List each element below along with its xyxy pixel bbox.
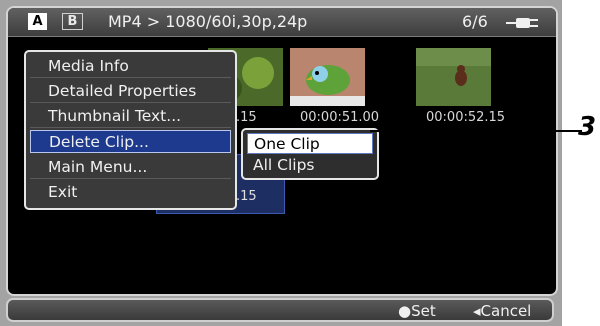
slot-b-indicator: B	[62, 13, 83, 30]
slot-a-indicator: A	[28, 13, 47, 30]
callout-number: 3	[578, 112, 597, 142]
selected-thumbnail-timecode: .15	[236, 189, 257, 204]
camera-lcd-screen: A B MP4 > 1080/60i,30p,24p 6/6 .15 00:00…	[0, 0, 562, 326]
menu-item-main-menu[interactable]: Main Menu...	[30, 156, 231, 179]
context-menu: Media Info Detailed Properties Thumbnail…	[24, 50, 237, 210]
set-button[interactable]: ●Set	[398, 302, 436, 320]
menu-item-detailed-properties[interactable]: Detailed Properties	[30, 80, 231, 103]
menu-item-exit[interactable]: Exit	[30, 181, 231, 204]
thumbnail-1-timecode: .15	[236, 110, 257, 125]
status-header: A B MP4 > 1080/60i,30p,24p 6/6	[8, 8, 556, 37]
thumbnail-2[interactable]	[290, 48, 365, 106]
submenu-item-all-clips[interactable]: All Clips	[247, 155, 373, 176]
submenu-item-one-clip[interactable]: One Clip	[247, 133, 373, 154]
callout-leader-line	[370, 130, 582, 132]
ac-plug-icon	[506, 18, 538, 28]
cancel-button[interactable]: ◂Cancel	[473, 302, 531, 320]
menu-item-delete-clip[interactable]: Delete Clip...	[30, 130, 231, 153]
footer-bar: ●Set ◂Cancel	[6, 298, 554, 322]
format-title: MP4 > 1080/60i,30p,24p	[108, 12, 308, 31]
thumbnail-3-timecode: 00:00:52.15	[426, 110, 506, 125]
delete-clip-submenu: One Clip All Clips	[241, 128, 379, 180]
menu-item-media-info[interactable]: Media Info	[30, 55, 231, 78]
menu-item-thumbnail-text[interactable]: Thumbnail Text...	[30, 105, 231, 128]
thumbnail-2-timecode: 00:00:51.00	[300, 110, 380, 125]
display-frame: A B MP4 > 1080/60i,30p,24p 6/6 .15 00:00…	[6, 6, 558, 296]
thumbnail-3[interactable]	[416, 48, 491, 106]
clip-count: 6/6	[462, 12, 488, 31]
